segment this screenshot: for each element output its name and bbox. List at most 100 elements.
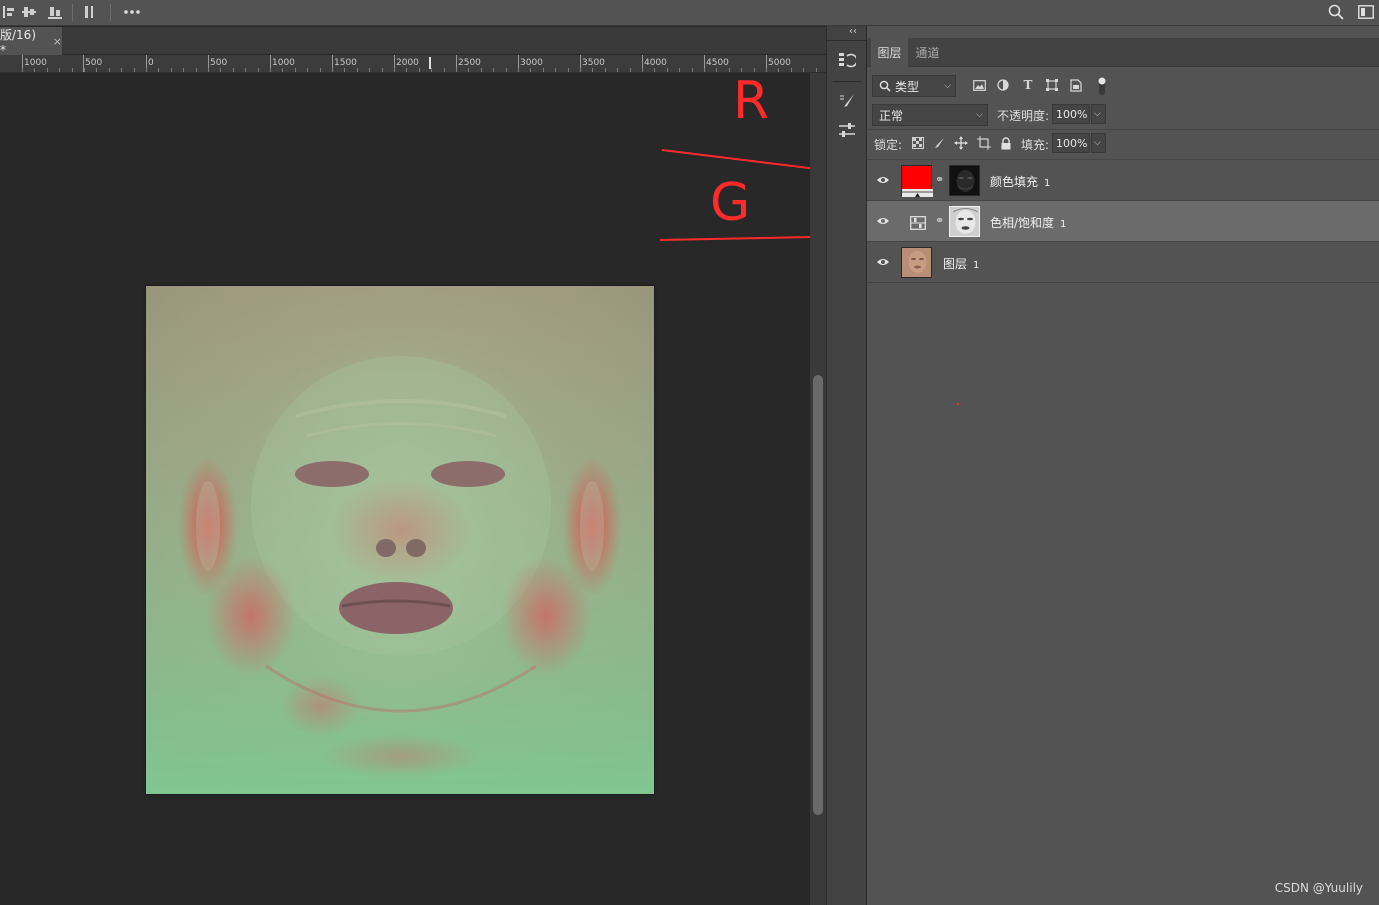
adjustments-icon[interactable]: [835, 118, 859, 142]
layer-row-pixel[interactable]: 图层 1: [867, 242, 1379, 283]
layer-row-hue-saturation[interactable]: ⚭ 色相/饱和度 1: [867, 201, 1379, 242]
ruler-subtick: [592, 68, 593, 72]
opacity-input[interactable]: 100%: [1052, 104, 1090, 124]
lock-position-icon[interactable]: [952, 134, 970, 152]
ruler-subtick: [307, 68, 308, 72]
layer-filter-select[interactable]: 类型 ⌵: [872, 75, 956, 97]
filter-toggle-icon[interactable]: [1097, 76, 1107, 96]
ruler-subtick: [617, 68, 618, 72]
ruler-label: 4500: [706, 58, 729, 68]
ruler-subtick: [208, 68, 209, 72]
toolbar-divider: [110, 4, 111, 21]
workspace-icon[interactable]: [1357, 3, 1375, 21]
align-bottom-icon[interactable]: [46, 3, 64, 21]
chevron-down-icon: ⌵: [1094, 138, 1101, 148]
ruler-subtick: [605, 68, 606, 72]
fill-input[interactable]: 100%: [1052, 133, 1090, 153]
lock-image-pixels-icon[interactable]: [930, 134, 948, 152]
opacity-dropdown[interactable]: ⌵: [1091, 104, 1106, 124]
ruler-subtick: [320, 68, 321, 72]
tab-layers[interactable]: 图层: [871, 38, 908, 67]
document-tab[interactable]: 版/16) * ×: [0, 27, 62, 57]
ruler-subtick: [419, 68, 420, 72]
filter-smart-object-icon[interactable]: [1067, 76, 1085, 94]
layer-thumbnail[interactable]: [901, 247, 932, 278]
blend-mode-select[interactable]: 正常 ⌵: [872, 104, 988, 126]
more-icon[interactable]: [122, 3, 142, 21]
layer-number: 1: [973, 260, 980, 271]
link-icon[interactable]: ⚭: [935, 173, 944, 186]
document-tab-title: 版/16) *: [0, 27, 36, 57]
ruler-subtick: [580, 68, 581, 72]
filter-shape-icon[interactable]: [1043, 76, 1061, 94]
document-tab-bar: 版/16) * ×: [0, 27, 826, 57]
ruler-subtick: [506, 68, 507, 72]
eye-icon[interactable]: [876, 214, 890, 228]
layer-row-color-fill[interactable]: ⚭ 颜色填充 1: [867, 160, 1379, 201]
opacity-label: 不透明度:: [997, 109, 1050, 123]
annotation-g-label: G: [710, 173, 751, 233]
ruler-subtick: [803, 68, 804, 72]
filter-pixel-icon[interactable]: [970, 76, 988, 94]
ruler-subtick: [456, 68, 457, 72]
layer-mask-thumbnail[interactable]: [949, 206, 980, 237]
history-icon[interactable]: [835, 48, 859, 72]
ruler-subtick: [493, 68, 494, 72]
ruler-subtick: [630, 68, 631, 72]
ruler-subtick: [72, 68, 73, 72]
link-icon[interactable]: ⚭: [935, 214, 944, 227]
ruler-subtick: [543, 68, 544, 72]
ruler-subtick: [183, 68, 184, 72]
fill-dropdown[interactable]: ⌵: [1091, 133, 1106, 153]
align-left-icon[interactable]: [0, 3, 18, 21]
fill-label: 填充:: [1021, 138, 1050, 152]
layer-number: 1: [1060, 219, 1067, 230]
ruler-subtick: [530, 68, 531, 72]
ruler-subtick: [171, 68, 172, 72]
ruler-label: 3500: [582, 58, 605, 68]
ruler-subtick: [468, 68, 469, 72]
chevron-down-icon: ⌵: [944, 81, 951, 91]
ruler-subtick: [258, 68, 259, 72]
filter-adjustment-icon[interactable]: [994, 76, 1012, 94]
ruler-subtick: [716, 68, 717, 72]
layer-name: 图层 1: [943, 255, 979, 272]
collapse-icon[interactable]: ‹‹: [849, 26, 857, 37]
eye-icon[interactable]: [876, 173, 890, 187]
ruler-label: 3000: [520, 58, 543, 68]
filter-type-icon[interactable]: T: [1019, 76, 1037, 94]
ruler-label: 500: [210, 58, 228, 68]
fill-color-thumbnail[interactable]: [901, 165, 933, 197]
ruler-label: 1000: [272, 58, 295, 68]
tab-channels[interactable]: 通道: [909, 38, 946, 67]
ruler-subtick: [692, 68, 693, 72]
ruler-subtick: [295, 68, 296, 72]
ruler-label: 2000: [396, 58, 419, 68]
eye-icon[interactable]: [876, 255, 890, 269]
face-texture-image: [146, 286, 654, 794]
layer-name-text: 颜色填充: [990, 175, 1039, 189]
horizontal-ruler: 1000 500 0 500 1000 1500 2000 2500 3000 …: [0, 55, 826, 73]
lock-transparent-pixels-icon[interactable]: [909, 134, 927, 152]
ruler-subtick: [679, 68, 680, 72]
ruler-label: 1500: [334, 58, 357, 68]
ruler-subtick: [481, 68, 482, 72]
options-bar: [0, 0, 1379, 26]
ruler-subtick: [47, 68, 48, 72]
lock-artboard-icon[interactable]: [975, 134, 993, 152]
ruler-subtick: [233, 68, 234, 72]
toolbar-divider: [72, 4, 73, 21]
brush-settings-icon[interactable]: [835, 89, 859, 113]
lock-all-icon[interactable]: [997, 134, 1015, 152]
layer-mask-thumbnail[interactable]: [949, 165, 980, 196]
ruler-subtick: [667, 68, 668, 72]
search-icon[interactable]: [1327, 3, 1345, 21]
layer-name-text: 图层: [943, 257, 968, 271]
ruler-subtick: [518, 68, 519, 72]
distribute-icon[interactable]: [80, 3, 98, 21]
layer-name: 颜色填充 1: [990, 173, 1050, 190]
close-icon[interactable]: ×: [53, 35, 62, 48]
vertical-scroll-thumb[interactable]: [813, 375, 823, 815]
hue-saturation-adjustment-icon[interactable]: [910, 215, 926, 234]
align-center-icon[interactable]: [20, 3, 38, 21]
